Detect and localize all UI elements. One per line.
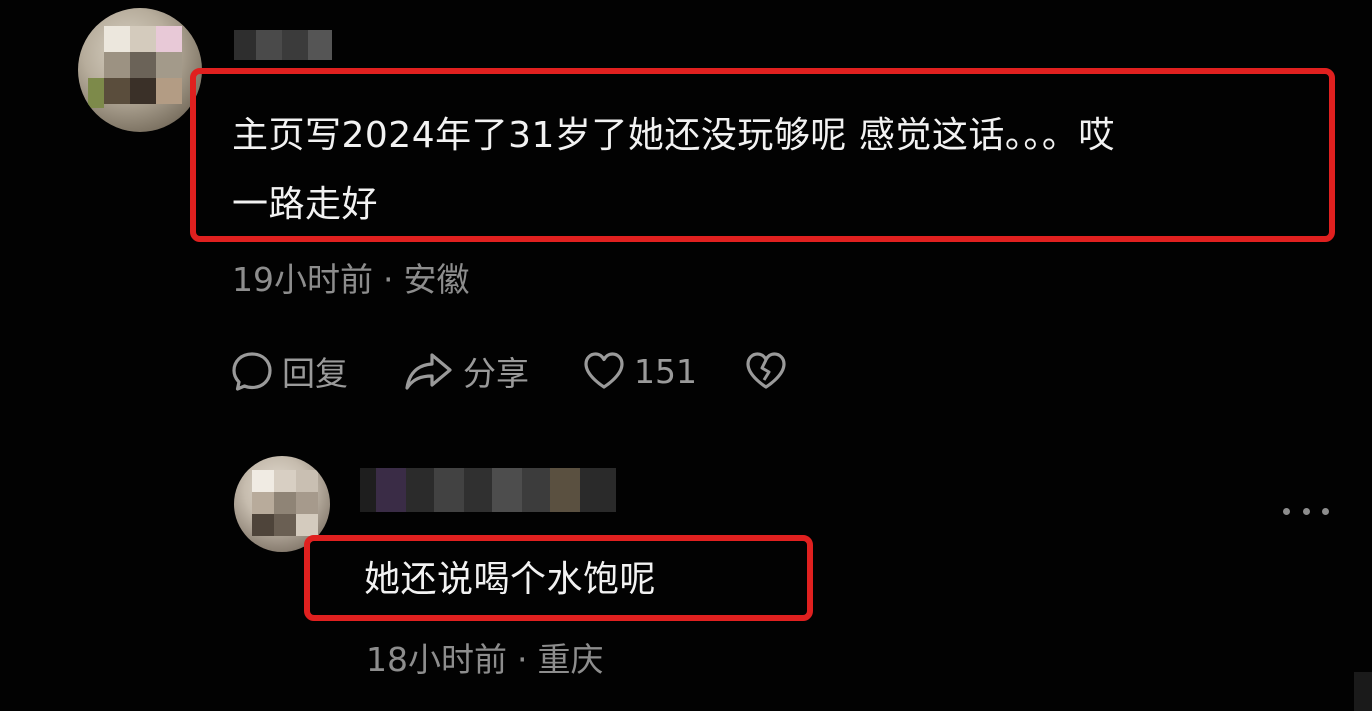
avatar-pixel — [274, 470, 296, 492]
reply-meta: 18小时前 · 重庆 — [366, 633, 604, 681]
dislike-button[interactable] — [744, 348, 788, 394]
comment-meta: 19小时前 · 安徽 — [232, 253, 470, 301]
share-button[interactable]: 分享 — [403, 348, 529, 394]
username-pixel — [434, 468, 464, 512]
edge-artifact — [1354, 672, 1372, 711]
avatar-pixel — [252, 514, 274, 536]
meta-separator: · — [517, 640, 528, 679]
username-pixel — [522, 468, 550, 512]
heart-icon — [582, 349, 626, 393]
comment-location: 安徽 — [403, 260, 470, 299]
avatar-pixel — [130, 78, 156, 104]
avatar-pixel — [296, 492, 318, 514]
comment-text-line1: 主页写2024年了31岁了她还没玩够呢 感觉这话。。。哎 — [232, 115, 1115, 156]
username-pixel — [376, 468, 406, 512]
chat-bubble-icon — [230, 349, 274, 393]
like-count: 151 — [634, 351, 697, 391]
avatar-pixel — [274, 492, 296, 514]
avatar-pixel — [296, 470, 318, 492]
avatar-pixel — [296, 514, 318, 536]
comment-time: 19小时前 — [232, 260, 373, 299]
username-pixel — [234, 30, 256, 60]
username-pixel — [360, 468, 376, 512]
avatar-pixel — [130, 52, 156, 78]
avatar-pixel — [156, 52, 182, 78]
replier-username[interactable] — [360, 468, 616, 512]
commenter-username[interactable] — [234, 30, 332, 60]
avatar-pixel — [104, 78, 130, 104]
avatar-pixel — [252, 470, 274, 492]
avatar-pixel — [88, 78, 104, 108]
username-pixel — [256, 30, 282, 60]
avatar-pixel — [274, 514, 296, 536]
like-button[interactable]: 151 — [582, 348, 697, 394]
avatar-pixel — [104, 52, 130, 78]
username-pixel — [464, 468, 492, 512]
share-label: 分享 — [463, 354, 529, 393]
commenter-avatar[interactable] — [78, 8, 202, 132]
reply-time: 18小时前 — [366, 640, 507, 679]
more-dots-icon[interactable] — [1283, 498, 1329, 524]
username-pixel — [282, 30, 308, 60]
reply-text: 她还说喝个水饱呢 — [364, 559, 657, 600]
meta-separator: · — [383, 260, 394, 299]
username-pixel — [580, 468, 616, 512]
avatar-pixel — [252, 492, 274, 514]
comment-text-line2: 一路走好 — [232, 184, 379, 225]
reply-button[interactable]: 回复 — [230, 348, 348, 394]
broken-heart-icon — [744, 349, 788, 393]
avatar-pixel — [156, 26, 182, 52]
username-pixel — [550, 468, 580, 512]
avatar-pixel — [156, 78, 182, 104]
username-pixel — [308, 30, 332, 60]
reply-label: 回复 — [282, 354, 348, 393]
comment-thread: 主页写2024年了31岁了她还没玩够呢 感觉这话。。。哎 一路走好 19小时前 ·… — [0, 0, 1372, 711]
username-pixel — [406, 468, 434, 512]
avatar-pixel — [104, 26, 130, 52]
share-arrow-icon — [403, 349, 455, 393]
username-pixel — [492, 468, 522, 512]
reply-location: 重庆 — [537, 640, 604, 679]
avatar-pixel — [130, 26, 156, 52]
